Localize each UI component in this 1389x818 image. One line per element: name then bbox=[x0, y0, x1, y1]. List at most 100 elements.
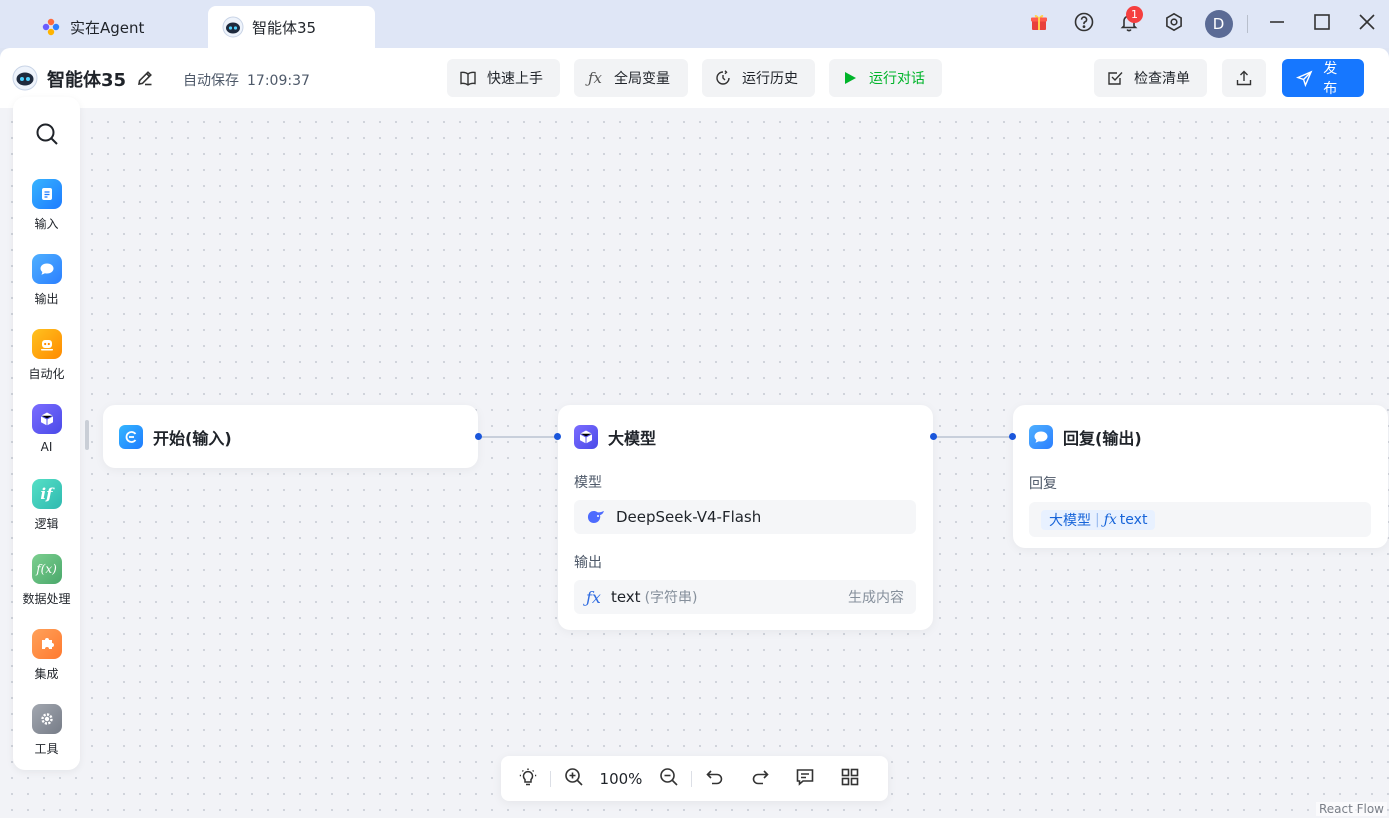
zoom-in-button[interactable] bbox=[551, 756, 596, 801]
node-reply[interactable]: 回复(输出) 回复 大模型 | ƒx text bbox=[1009, 405, 1388, 548]
lightbulb-icon bbox=[518, 767, 538, 791]
node-title-text: 大模型 bbox=[608, 429, 657, 448]
tab-label: 实在Agent bbox=[70, 18, 145, 37]
node-title-text: 回复(输出) bbox=[1063, 429, 1142, 448]
checklist-button[interactable]: 检查清单 bbox=[1094, 59, 1207, 97]
output-variable: ƒx text (字符串) 生成内容 bbox=[574, 580, 916, 614]
palette-item-logic[interactable]: if 逻辑 bbox=[13, 479, 80, 532]
output-handle[interactable] bbox=[930, 433, 937, 440]
palette-label: 逻辑 bbox=[34, 517, 59, 531]
user-avatar-button[interactable]: D bbox=[1196, 0, 1241, 48]
checkbox-icon bbox=[1106, 69, 1124, 87]
redo-icon bbox=[750, 767, 770, 791]
robot-icon bbox=[31, 329, 62, 359]
comment-button[interactable] bbox=[782, 756, 827, 801]
search-icon[interactable] bbox=[34, 121, 60, 147]
notifications-button[interactable]: 1 bbox=[1106, 0, 1151, 48]
variable-reference-tag[interactable]: 大模型 | ƒx text bbox=[1041, 509, 1156, 530]
checklist-label: 检查清单 bbox=[1134, 71, 1190, 87]
input-handle[interactable] bbox=[1009, 433, 1016, 440]
shizai-logo-icon bbox=[40, 16, 62, 38]
palette-item-data-processing[interactable]: f(x) 数据处理 bbox=[13, 554, 80, 607]
palette-item-integration[interactable]: 集成 bbox=[13, 629, 80, 682]
quick-start-label: 快速上手 bbox=[487, 71, 543, 87]
palette-item-input[interactable]: 输入 bbox=[13, 179, 80, 232]
cube-icon bbox=[574, 425, 598, 449]
palette-item-output[interactable]: 输出 bbox=[13, 254, 80, 307]
canvas-resize-handle[interactable] bbox=[85, 420, 89, 450]
gear-icon bbox=[31, 704, 62, 734]
publish-label: 发布 bbox=[1323, 61, 1338, 97]
palette-item-ai[interactable]: AI bbox=[13, 404, 80, 454]
notification-badge: 1 bbox=[1126, 6, 1143, 23]
node-title: 回复(输出) bbox=[1029, 425, 1142, 449]
window-controls: 1 D bbox=[1016, 0, 1389, 48]
grid-icon bbox=[840, 767, 860, 791]
history-icon bbox=[714, 69, 732, 87]
input-icon bbox=[31, 179, 62, 209]
palette-label: 集成 bbox=[34, 667, 59, 681]
undo-button[interactable] bbox=[692, 756, 737, 801]
agent-avatar-icon bbox=[12, 65, 38, 91]
minimize-icon bbox=[1268, 13, 1286, 35]
global-variables-button[interactable]: ƒx 全局变量 bbox=[574, 59, 688, 97]
output-type: (字符串) bbox=[644, 590, 698, 606]
node-title: 开始(输入) bbox=[119, 425, 232, 449]
close-icon bbox=[1358, 13, 1376, 35]
comment-icon bbox=[795, 767, 815, 791]
upload-icon bbox=[1235, 69, 1253, 87]
output-handle[interactable] bbox=[475, 433, 482, 440]
minimize-button[interactable] bbox=[1254, 0, 1299, 48]
palette-item-automation[interactable]: 自动化 bbox=[13, 329, 80, 382]
node-llm[interactable]: 大模型 模型 DeepSeek-V4-Flash 输出 ƒx text (字符串… bbox=[554, 405, 937, 630]
tab-shizai-agent[interactable]: 实在Agent bbox=[26, 6, 206, 48]
canvas-controls: 100% bbox=[501, 756, 888, 801]
model-label: 模型 bbox=[574, 475, 602, 491]
zoom-in-icon bbox=[564, 767, 584, 791]
node-start[interactable]: 开始(输入) bbox=[103, 405, 482, 468]
input-handle[interactable] bbox=[554, 433, 561, 440]
zoom-level: 100% bbox=[599, 769, 643, 788]
layout-button[interactable] bbox=[827, 756, 872, 801]
maximize-icon bbox=[1313, 13, 1331, 35]
publish-button[interactable]: 发布 bbox=[1282, 59, 1364, 97]
output-description: 生成内容 bbox=[848, 590, 904, 606]
zoom-out-icon bbox=[659, 767, 679, 791]
palette-item-tools[interactable]: 工具 bbox=[13, 704, 80, 757]
function-icon: f(x) bbox=[31, 554, 62, 584]
reply-content-input[interactable]: 大模型 | ƒx text bbox=[1029, 502, 1371, 537]
quick-start-button[interactable]: 快速上手 bbox=[447, 59, 560, 97]
tag-variable: text bbox=[1119, 511, 1148, 528]
title-bar: 实在Agent 智能体35 1 D bbox=[0, 0, 1389, 48]
help-button[interactable] bbox=[1061, 0, 1106, 48]
if-icon: if bbox=[31, 479, 62, 509]
output-label: 输出 bbox=[574, 555, 602, 571]
close-button[interactable] bbox=[1344, 0, 1389, 48]
zoom-out-button[interactable] bbox=[646, 756, 691, 801]
model-select[interactable]: DeepSeek-V4-Flash bbox=[574, 500, 916, 534]
node-title: 大模型 bbox=[574, 425, 656, 449]
run-chat-button[interactable]: 运行对话 bbox=[829, 59, 942, 97]
cube-icon bbox=[31, 404, 62, 434]
undo-icon bbox=[705, 767, 725, 791]
tab-agent-35[interactable]: 智能体35 bbox=[208, 6, 375, 48]
settings-button[interactable] bbox=[1151, 0, 1196, 48]
send-icon bbox=[1296, 69, 1313, 87]
export-button[interactable] bbox=[1222, 59, 1266, 97]
redo-button[interactable] bbox=[737, 756, 782, 801]
edit-name-icon[interactable] bbox=[135, 68, 155, 88]
gift-button[interactable] bbox=[1016, 0, 1061, 48]
edge-start-to-llm[interactable] bbox=[482, 436, 556, 438]
palette-label: 输出 bbox=[34, 292, 59, 306]
run-chat-label: 运行对话 bbox=[869, 71, 925, 87]
edge-llm-to-reply[interactable] bbox=[936, 436, 1010, 438]
fx-icon: ƒx bbox=[1103, 511, 1117, 528]
palette-label: 输入 bbox=[34, 217, 59, 231]
run-history-button[interactable]: 运行历史 bbox=[702, 59, 815, 97]
agent-avatar-icon bbox=[222, 16, 244, 38]
editor-toolbar: 智能体35 自动保存 17:09:37 快速上手 ƒx 全局变量 运行历史 运行… bbox=[0, 48, 1389, 108]
react-flow-attribution[interactable]: React Flow bbox=[1315, 802, 1387, 816]
maximize-button[interactable] bbox=[1299, 0, 1344, 48]
question-circle-icon bbox=[1074, 12, 1094, 36]
tips-button[interactable] bbox=[505, 756, 550, 801]
